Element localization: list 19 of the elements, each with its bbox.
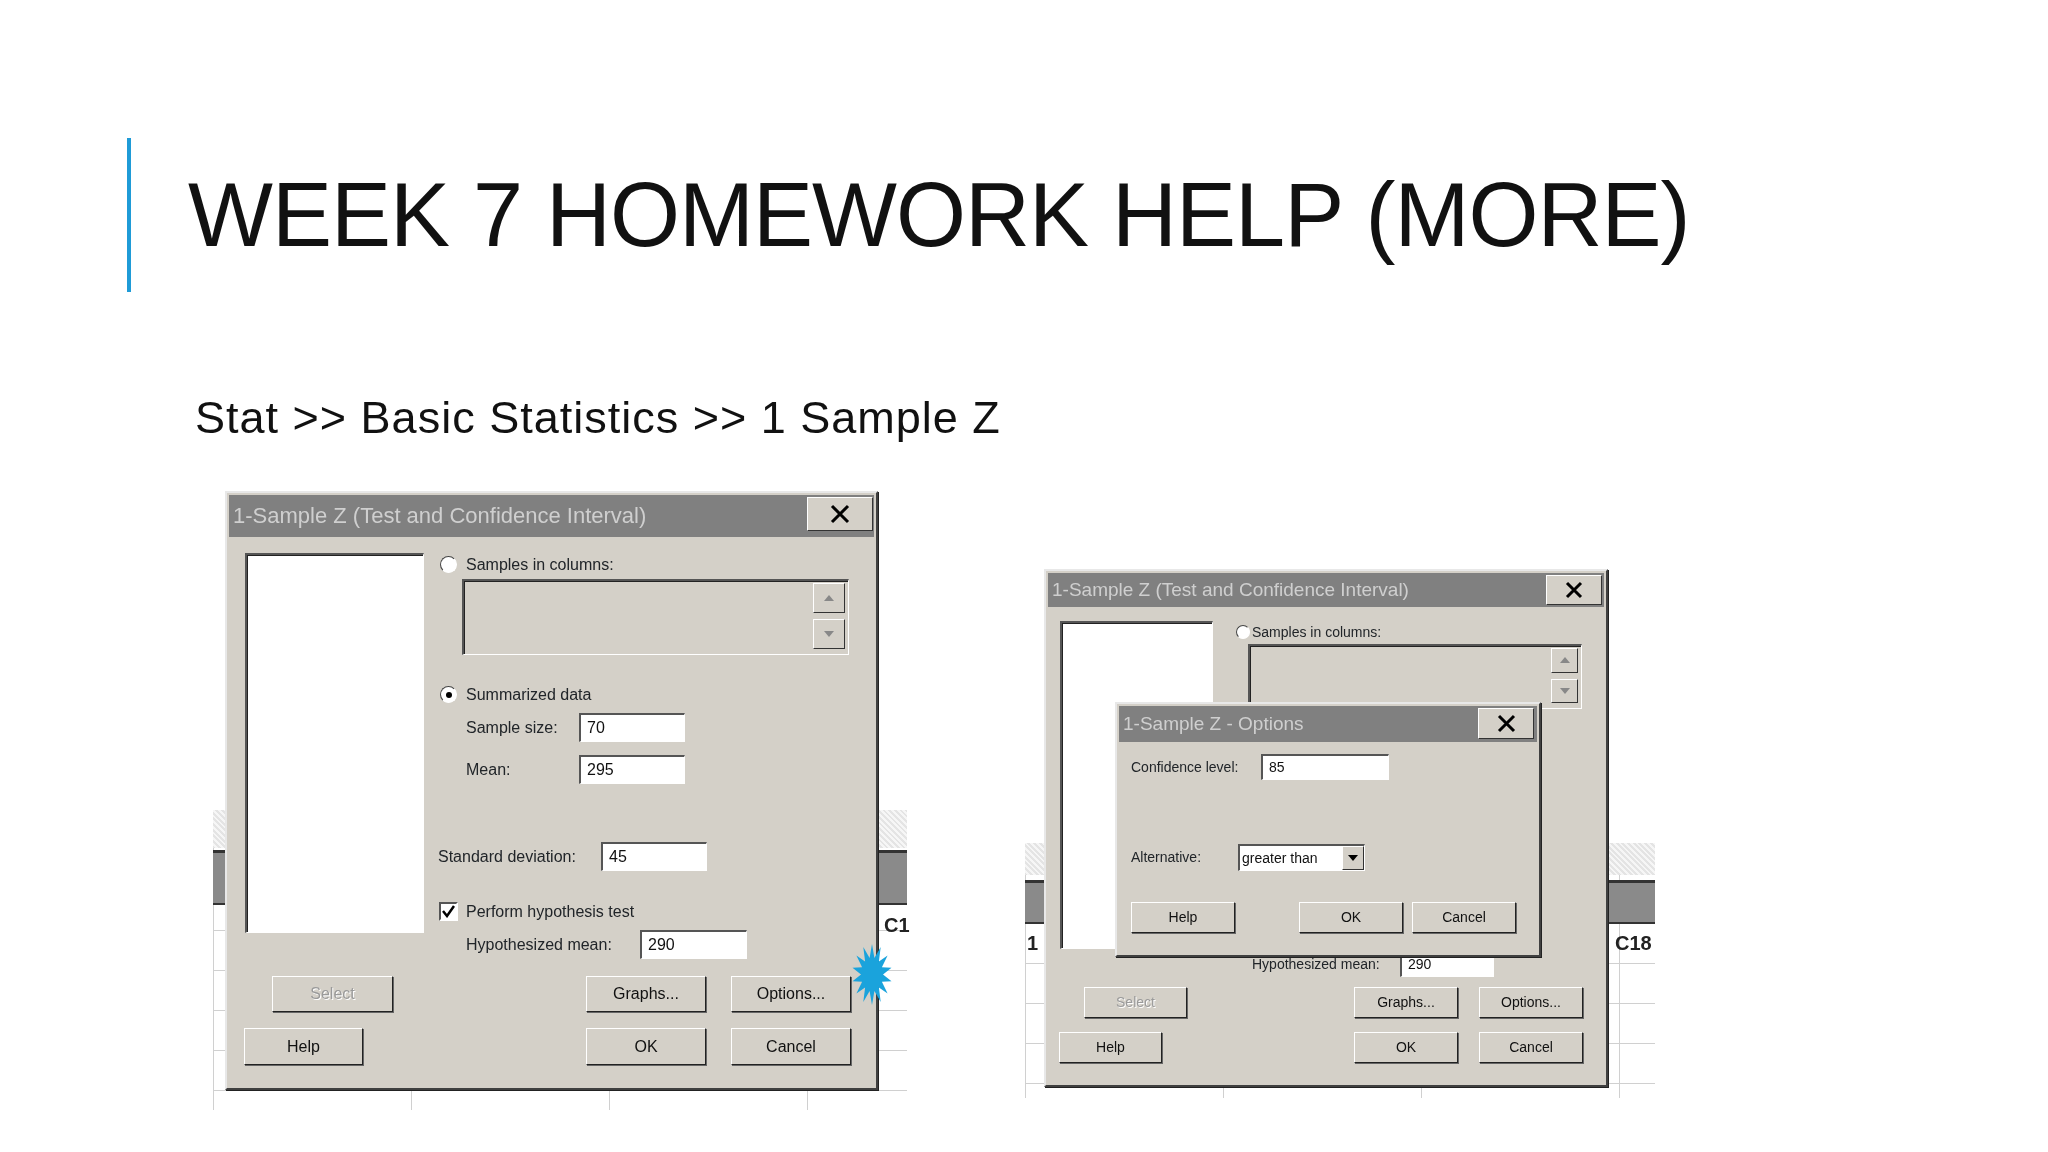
checkbox-label: Perform hypothesis test (466, 902, 635, 922)
field-label: Hypothesized mean: (1252, 955, 1380, 974)
radio-label: Samples in columns: (466, 555, 614, 575)
column-label: C18 (1615, 933, 1652, 953)
slide-title: WEEK 7 HOMEWORK HELP (MORE) (188, 163, 1690, 267)
slide-subtitle: Stat >> Basic Statistics >> 1 Sample Z (195, 391, 1002, 445)
field-label: Confidence level: (1131, 758, 1239, 777)
radio-label: Samples in columns: (1252, 623, 1382, 642)
field-label: Standard deviation: (438, 847, 576, 867)
column-label: 1 (1027, 933, 1039, 953)
dialog-title: 1-Sample Z (Test and Confidence Interval) (1052, 579, 1409, 601)
field-label: Sample size: (466, 718, 558, 738)
field-label: Alternative: (1131, 848, 1202, 867)
field-label: Mean: (466, 760, 511, 780)
column-label: C1 (884, 915, 910, 935)
field-label: Hypothesized mean: (466, 935, 612, 955)
radio-label: Summarized data (466, 685, 592, 705)
dialog-title: 1-Sample Z (Test and Confidence Interval) (233, 503, 647, 529)
dialog-title: 1-Sample Z - Options (1123, 713, 1304, 735)
